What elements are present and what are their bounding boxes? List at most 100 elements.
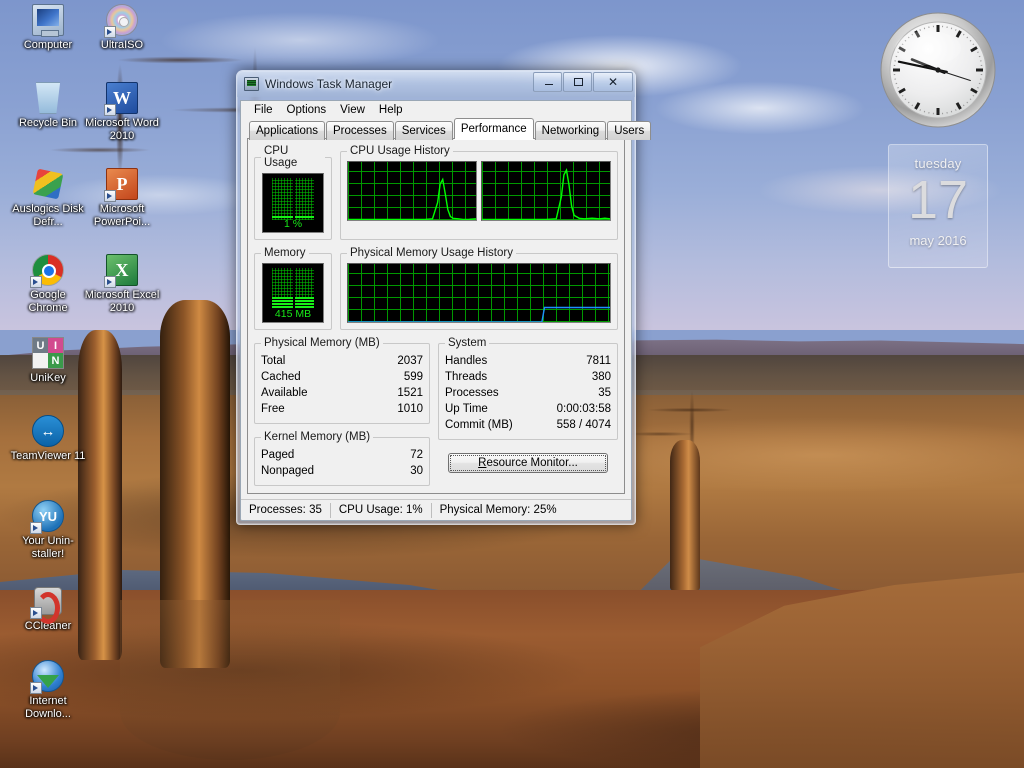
desktop-icon-label: Recycle Bin	[18, 117, 78, 129]
desktop-icon-label: Computer	[23, 39, 73, 51]
tab-users[interactable]: Users	[607, 121, 652, 140]
menu-item-help[interactable]: Help	[372, 103, 410, 120]
computer-icon	[32, 4, 64, 37]
desktop-icon-label: Microsoft PowerPoi...	[93, 203, 151, 228]
desktop-icon-internet-downlo[interactable]: Internet Downlo...	[10, 660, 86, 720]
physical-memory-group: Physical Memory (MB) Total 2037 Cached 599 A…	[254, 337, 430, 424]
stat-value: 1521	[397, 387, 423, 399]
table-row: Nonpaged 30	[261, 463, 423, 479]
status-physical-memory: Physical Memory: 25%	[430, 502, 565, 518]
title-bar[interactable]: Windows Task Manager ✕	[237, 71, 635, 97]
excel-icon: X	[104, 254, 138, 288]
stat-key: Total	[261, 355, 286, 367]
system-group: System Handles 7811 Threads 380 Processes 35 U…	[438, 337, 618, 440]
desktop-icon-ccleaner[interactable]: CCleaner	[10, 585, 86, 633]
tab-services[interactable]: Services	[394, 121, 453, 140]
wallpaper-water	[0, 570, 717, 690]
memory-history-graph	[347, 263, 611, 323]
desktop-icon-label: Microsoft Excel 2010	[84, 289, 160, 314]
word-icon: W	[104, 82, 138, 116]
cpu-usage-group: CPU Usage 1 %	[254, 145, 332, 240]
desktop-icon-unikey[interactable]: U I N UniKey	[10, 337, 86, 385]
tab-networking[interactable]: Networking	[534, 121, 607, 140]
physical-memory-legend: Physical Memory (MB)	[264, 337, 380, 349]
task-manager-icon	[244, 77, 259, 91]
cpu-history-legend: CPU Usage History	[350, 145, 450, 157]
menu-bar[interactable]: File Options View Help	[241, 101, 631, 120]
resource-monitor-button[interactable]: Resource Monitor...	[448, 453, 608, 473]
desktop-icon-your-unin-staller[interactable]: YU Your Unin-staller!	[10, 500, 86, 560]
calendar-weekday: tuesday	[914, 156, 962, 171]
calendar-month-year: may 2016	[909, 233, 967, 248]
calendar-gadget[interactable]: tuesday 17 may 2016	[888, 144, 988, 268]
idm-icon	[30, 660, 64, 694]
desktop-icon-ultraiso[interactable]: UltraISO	[84, 4, 160, 52]
analog-clock-face	[880, 12, 996, 128]
close-icon: ✕	[607, 75, 619, 89]
shortcut-arrow-icon	[104, 104, 116, 116]
desktop[interactable]: Computer UltraISO Recycle Bin W Microsoft Wo…	[0, 0, 1024, 768]
left-stats-column: Physical Memory (MB) Total 2037 Cached 599 A…	[254, 337, 430, 486]
tab-applications[interactable]: Applications	[249, 121, 326, 140]
desktop-icon-microsoft-excel-2010[interactable]: X Microsoft Excel 2010	[84, 254, 160, 314]
tab-performance[interactable]: Performance	[453, 118, 534, 139]
stat-value: 0:00:03:58	[556, 403, 611, 415]
window-controls: ✕	[532, 72, 633, 92]
desktop-icon-label: UltraISO	[100, 39, 144, 51]
task-manager-window[interactable]: Windows Task Manager ✕ File Options View He…	[236, 70, 652, 525]
teamviewer-icon: ↔	[32, 415, 64, 447]
shortcut-arrow-icon	[104, 26, 116, 38]
resource-monitor-wrap: Resource Monitor...	[438, 453, 618, 473]
resource-monitor-accelerator: R	[478, 457, 487, 469]
clock-gadget[interactable]	[878, 10, 998, 130]
desktop-icon-auslogics-disk-defr[interactable]: Auslogics Disk Defr...	[10, 168, 86, 228]
stat-value: 30	[410, 465, 423, 477]
menu-item-file[interactable]: File	[247, 103, 280, 120]
wallpaper-foreground	[0, 590, 1024, 768]
cpu-history-graph-2	[481, 161, 611, 221]
table-row: Paged 72	[261, 447, 423, 463]
memory-graph-line	[348, 264, 610, 322]
table-row: Up Time 0:00:03:58	[445, 401, 611, 417]
table-row: Commit (MB) 558 / 4074	[445, 417, 611, 433]
stat-value: 7811	[586, 355, 611, 367]
stat-key: Cached	[261, 371, 301, 383]
desktop-icon-microsoft-word-2010[interactable]: W Microsoft Word 2010	[84, 82, 160, 142]
tab-processes[interactable]: Processes	[326, 121, 394, 140]
stats-row: Physical Memory (MB) Total 2037 Cached 599 A…	[254, 337, 618, 486]
menu-item-view[interactable]: View	[333, 103, 372, 120]
physical-memory-table: Total 2037 Cached 599 Available 1521 Free 1010	[261, 353, 423, 417]
cpu-history-graphs	[347, 161, 611, 221]
bin-icon	[32, 82, 64, 114]
desktop-icon-teamviewer-11[interactable]: ↔ TeamViewer 11	[10, 415, 86, 463]
status-processes: Processes: 35	[249, 503, 322, 516]
wallpaper-water-right	[593, 555, 1024, 735]
resize-grip[interactable]	[614, 503, 628, 517]
desktop-icon-computer[interactable]: Computer	[10, 4, 86, 52]
kernel-memory-group: Kernel Memory (MB) Paged 72 Nonpaged 30	[254, 431, 430, 486]
desktop-icon-google-chrome[interactable]: Google Chrome	[10, 254, 86, 314]
window-body: File Options View Help Applications Processe…	[240, 100, 652, 521]
menu-item-options[interactable]: Options	[280, 103, 334, 120]
shortcut-arrow-icon	[104, 190, 116, 202]
minimize-button[interactable]	[533, 72, 562, 92]
wallpaper-foreground-right	[700, 572, 1024, 768]
stat-key: Processes	[445, 387, 499, 399]
close-button[interactable]: ✕	[593, 72, 633, 92]
cpu-history-graph-1	[347, 161, 477, 221]
stat-value: 599	[403, 371, 423, 383]
maximize-button[interactable]	[563, 72, 592, 92]
memory-history-legend: Physical Memory Usage History	[350, 247, 513, 259]
table-row: Cached 599	[261, 369, 423, 385]
table-row: Processes 35	[445, 385, 611, 401]
desktop-icon-microsoft-powerpoi[interactable]: P Microsoft PowerPoi...	[84, 168, 160, 228]
shortcut-arrow-icon	[30, 682, 42, 694]
stat-key: Nonpaged	[261, 465, 315, 477]
table-row: Threads 380	[445, 369, 611, 385]
memory-group: Memory 415 MB	[254, 247, 332, 330]
stat-value: 380	[591, 371, 611, 383]
tab-strip[interactable]: Applications Processes Services Performance…	[241, 118, 652, 140]
desktop-icon-recycle-bin[interactable]: Recycle Bin	[10, 82, 86, 130]
ppt-icon: P	[104, 168, 138, 202]
wallpaper-water-reflection	[120, 600, 340, 760]
